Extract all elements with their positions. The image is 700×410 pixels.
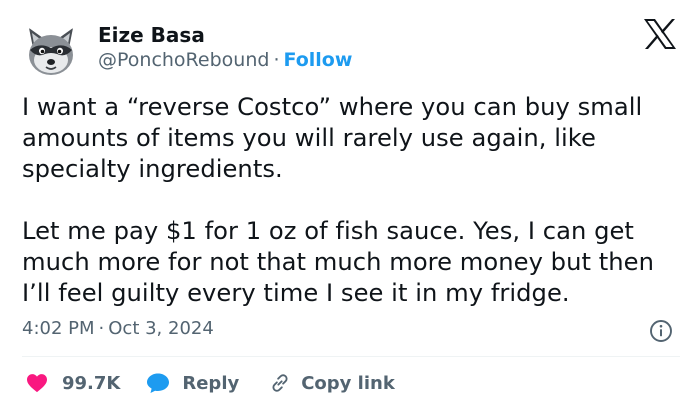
- handle-separator: ·: [273, 49, 280, 71]
- tweet-paragraph-2: Let me pay $1 for 1 oz of fish sauce. Ye…: [22, 217, 654, 307]
- tweet-text: I want a “reverse Costco” where you can …: [22, 92, 687, 309]
- tweet-paragraph-1: I want a “reverse Costco” where you can …: [22, 93, 643, 183]
- author-handle[interactable]: @PonchoRebound: [98, 49, 269, 71]
- copy-link-button[interactable]: Copy link: [269, 372, 395, 394]
- reply-label: Reply: [182, 372, 240, 394]
- raccoon-avatar-icon: [19, 20, 83, 84]
- tweet-time[interactable]: 4:02 PM: [22, 318, 95, 339]
- avatar[interactable]: [19, 20, 83, 84]
- author-handle-row: @PonchoRebound · Follow: [98, 49, 352, 71]
- link-icon: [272, 374, 288, 392]
- heart-icon: [27, 374, 47, 393]
- divider: [22, 356, 680, 357]
- copy-link-label: Copy link: [301, 372, 395, 394]
- timestamp[interactable]: 4:02 PM · Oct 3, 2024: [22, 318, 214, 339]
- timestamp-separator: ·: [98, 318, 105, 339]
- action-bar: 99.7K Reply Copy link: [26, 368, 395, 398]
- like-button[interactable]: 99.7K: [26, 373, 120, 394]
- x-logo-icon[interactable]: [643, 18, 677, 50]
- info-icon[interactable]: [649, 319, 673, 343]
- follow-button[interactable]: Follow: [283, 49, 352, 71]
- tweet-card: Eize Basa @PonchoRebound · Follow I want a…: [0, 0, 700, 410]
- reply-bubble-icon: [147, 373, 170, 393]
- like-count: 99.7K: [62, 372, 121, 394]
- tweet-date[interactable]: Oct 3, 2024: [108, 318, 214, 339]
- reply-button[interactable]: Reply: [146, 372, 239, 394]
- author-display-name[interactable]: Eize Basa: [98, 23, 205, 47]
